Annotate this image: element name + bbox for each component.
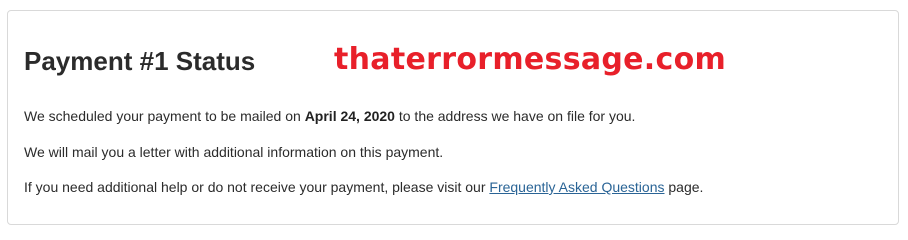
help-message: If you need additional help or do not re… [24,177,703,197]
scheduled-date: April 24, 2020 [304,108,395,124]
payment-status-card: Payment #1 Status thaterrormessage.com W… [7,10,899,225]
watermark-logo-text: thaterrormessage.com [334,42,727,77]
help-message-end: page. [664,179,704,195]
heading-row: Payment #1 Status thaterrormessage.com [24,42,884,78]
faq-link[interactable]: Frequently Asked Questions [489,179,664,195]
page-title: Payment #1 Status [24,46,256,76]
letter-message: We will mail you a letter with additiona… [24,144,444,160]
schedule-message-start: We scheduled your payment to be mailed o… [24,108,305,124]
schedule-message: We scheduled your payment to be mailed o… [24,106,635,126]
help-message-start: If you need additional help or do not re… [24,179,490,195]
schedule-message-end: to the address we have on file for you. [394,108,636,124]
